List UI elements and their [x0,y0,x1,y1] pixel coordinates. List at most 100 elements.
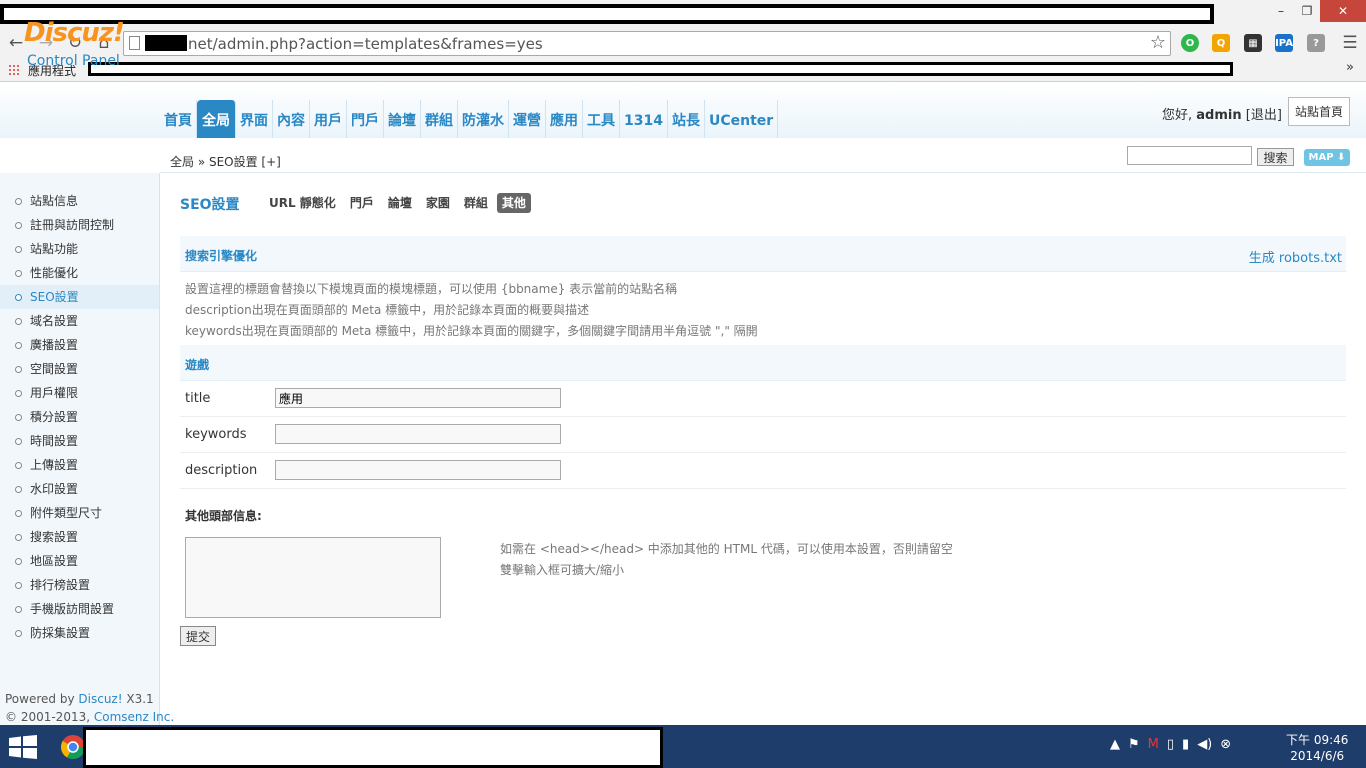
description-input[interactable] [275,460,561,480]
extension-orange-icon[interactable]: Q [1212,34,1230,52]
keywords-input[interactable] [275,424,561,444]
device-icon[interactable]: ▯ [1167,737,1174,752]
extra-head-label: 其他頭部信息: [185,509,262,523]
discuz-link[interactable]: Discuz! [78,692,122,706]
seo-tab-0[interactable]: URL 靜態化 [264,193,341,213]
maximize-button[interactable]: ❐ [1294,0,1320,22]
seo-tab-3[interactable]: 家園 [421,193,455,213]
sidebar-item-12[interactable]: 水印設置 [0,477,159,501]
browser-tabbar: – ❐ ✕ [0,0,1366,28]
nav-item-5[interactable]: 門戶 [347,100,384,138]
ipa-extension-icon[interactable]: IPA [1275,34,1293,52]
sidebar-item-7[interactable]: 空間設置 [0,357,159,381]
address-bar[interactable]: net/admin.php?action=templates&frames=ye… [123,31,1171,56]
signal-icon[interactable]: ▮ [1182,737,1189,752]
seo-tab-1[interactable]: 門戶 [345,193,379,213]
tray-expand-icon[interactable]: ▲ [1110,737,1120,752]
redacted-taskbar-items [83,727,663,768]
sidebar-item-15[interactable]: 地區設置 [0,549,159,573]
nav-item-2[interactable]: 界面 [236,100,273,138]
field-row-description: description [180,453,1346,489]
action-center-flag-icon[interactable]: ⚑ [1128,737,1140,752]
windows-start-icon[interactable] [8,735,38,759]
seo-tab-2[interactable]: 論壇 [383,193,417,213]
powered-by: Powered by Discuz! X3.1 © 2001-2013, Com… [5,692,175,724]
control-panel-label: Control Panel [27,53,120,69]
sidebar-item-0[interactable]: 站點信息 [0,189,159,213]
sidebar-item-4[interactable]: SEO設置 [0,285,159,309]
system-clock[interactable]: 下午 09:46 2014/6/6 [1286,732,1348,764]
main-content: SEO設置 URL 靜態化 門戶 論壇 家園 群組 其他 搜索引擎優化 生成 robots… [160,173,1366,725]
sidebar-item-13[interactable]: 附件類型尺寸 [0,501,159,525]
field-label: title [185,391,211,406]
logout-link[interactable]: [退出] [1246,108,1282,123]
sidebar: 站點信息 註冊與訪問控制 站點功能 性能優化 SEO設置 域名設置 廣播設置 空間設置 用戶權限… [0,173,174,725]
bookmarks-overflow-icon[interactable]: » [1346,60,1354,75]
field-row-title: title 應用 [180,381,1346,417]
extension-gray-icon[interactable]: ? [1307,34,1325,52]
apps-grid-icon[interactable] [8,64,20,76]
sidebar-item-17[interactable]: 手機版訪問設置 [0,597,159,621]
url-text: net/admin.php?action=templates&frames=ye… [188,35,543,53]
sidebar-item-14[interactable]: 搜索設置 [0,525,159,549]
extra-tip-line: 如需在 <head></head> 中添加其他的 HTML 代碼，可以使用本設置… [500,542,953,556]
taskbar: ▲ ⚑ M ▯ ▮ ◀) ⊗ 下午 09:46 2014/6/6 [0,725,1366,768]
redacted-tabs [0,4,1214,24]
antivirus-icon[interactable]: M [1148,737,1159,752]
nav-item-14[interactable]: UCenter [705,100,779,138]
nav-item-0[interactable]: 首頁 [160,100,197,138]
sidebar-item-9[interactable]: 積分設置 [0,405,159,429]
nav-item-6[interactable]: 論壇 [384,100,421,138]
nav-item-9[interactable]: 運營 [509,100,546,138]
minimize-button[interactable]: – [1268,0,1294,22]
field-label: keywords [185,427,247,442]
bookmark-star-icon[interactable]: ☆ [1150,32,1166,53]
site-home-button[interactable]: 站點首頁 [1288,97,1350,126]
nav-item-12[interactable]: 1314 [620,100,668,138]
extra-head-textarea[interactable] [185,537,441,618]
sidebar-item-16[interactable]: 排行榜設置 [0,573,159,597]
redacted-domain [145,35,187,51]
sidebar-item-18[interactable]: 防採集設置 [0,621,159,645]
menu-icon[interactable]: ☰ [1338,31,1362,55]
tip-line: 設置這裡的標題會替換以下模塊頁面的模塊標題，可以使用 {bbname} 表示當前… [185,282,678,296]
redacted-bookmarks [88,62,1233,76]
search-button[interactable]: 搜索 [1257,148,1294,166]
nav-item-8[interactable]: 防灌水 [458,100,509,138]
sidebar-item-2[interactable]: 站點功能 [0,237,159,261]
seo-tab-5[interactable]: 其他 [496,193,531,213]
section-title: 遊戲 [185,358,210,372]
nav-item-4[interactable]: 用戶 [310,100,347,138]
nav-item-11[interactable]: 工具 [583,100,620,138]
nav-item-1[interactable]: 全局 [197,100,236,138]
sidebar-item-10[interactable]: 時間設置 [0,429,159,453]
map-button[interactable]: MAP ⬇ [1304,149,1350,166]
sidebar-item-11[interactable]: 上傳設置 [0,453,159,477]
sidebar-item-3[interactable]: 性能優化 [0,261,159,285]
page-icon [129,36,140,50]
qr-code-icon[interactable]: ▦ [1244,34,1262,52]
sidebar-item-1[interactable]: 註冊與訪問控制 [0,213,159,237]
tip-line: keywords出現在頁面頭部的 Meta 標籤中，用於記錄本頁面的關鍵字，多個… [185,324,758,338]
sidebar-item-6[interactable]: 廣播設置 [0,333,159,357]
section-title: 搜索引擎優化 [185,249,258,263]
nav-item-3[interactable]: 內容 [273,100,310,138]
nav-item-7[interactable]: 群組 [421,100,458,138]
submit-button[interactable]: 提交 [180,626,216,646]
title-input[interactable]: 應用 [275,388,561,408]
sidebar-item-5[interactable]: 域名設置 [0,309,159,333]
extension-green-icon[interactable]: O [1181,34,1199,52]
nav-item-10[interactable]: 應用 [546,100,583,138]
close-window-button[interactable]: ✕ [1320,0,1366,22]
sidebar-item-8[interactable]: 用戶權限 [0,381,159,405]
discuz-logo: Discuz! [24,18,125,48]
generate-robots-link[interactable]: 生成 robots.txt [1249,247,1342,266]
search-input[interactable] [1127,146,1252,165]
breadcrumb[interactable]: 全局 » SEO設置 [+] [170,153,281,170]
volume-icon[interactable]: ◀) [1197,737,1212,752]
close-tray-icon[interactable]: ⊗ [1220,737,1231,752]
main-nav: 首頁 全局 界面 內容 用戶 門戶 論壇 群組 防灌水 運營 應用 工具 1314 站長 UCenter [160,100,779,138]
seo-tab-4[interactable]: 群組 [459,193,493,213]
nav-item-13[interactable]: 站長 [668,100,705,138]
browser-toolbar: ← → ↻ ⌂ net/admin.php?action=templates&f… [0,28,1366,58]
